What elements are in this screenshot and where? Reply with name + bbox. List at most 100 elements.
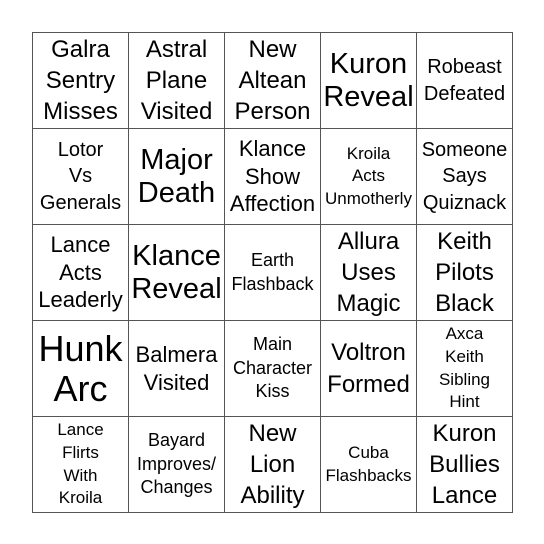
bingo-cell-line: Unmotherly bbox=[325, 188, 412, 208]
bingo-cell-line: Lance bbox=[431, 482, 498, 510]
bingo-cell-line: Robeast bbox=[427, 55, 502, 78]
bingo-cell-r2-c4[interactable]: Kroila Acts Unmotherly bbox=[321, 129, 417, 225]
bingo-cell-text: Main Character Kiss bbox=[233, 333, 312, 403]
bingo-cell-text: New Altean Person bbox=[234, 34, 310, 128]
bingo-cell-line: With bbox=[63, 465, 98, 485]
bingo-cell-text: Robeast Defeated bbox=[424, 54, 505, 107]
bingo-cell-line: Affection bbox=[229, 191, 316, 217]
bingo-cell-line: Lion bbox=[249, 450, 296, 478]
bingo-cell-r3-c3[interactable]: Earth Flashback bbox=[225, 225, 321, 321]
bingo-cell-r2-c1[interactable]: Lotor Vs Generals bbox=[33, 129, 129, 225]
bingo-cell-text: Lance Acts Leaderly bbox=[38, 231, 122, 314]
bingo-cell-text: Klance Show Affection bbox=[230, 135, 315, 218]
bingo-cell-r1-c5[interactable]: Robeast Defeated bbox=[417, 33, 513, 129]
bingo-cell-text: Keith Pilots Black bbox=[435, 226, 494, 320]
bingo-cell-line: Keith bbox=[445, 346, 484, 366]
bingo-cell-text: Klance Reveal bbox=[131, 240, 221, 306]
bingo-cell-line: Kroila bbox=[58, 488, 103, 508]
bingo-cell-text: Hunk Arc bbox=[38, 329, 122, 408]
bingo-cell-line: Visited bbox=[143, 369, 210, 395]
bingo-cell-line: Major bbox=[140, 143, 213, 176]
bingo-cell-line: Misses bbox=[43, 98, 118, 126]
bingo-cell-text: Bayard Improves/Changes bbox=[137, 429, 216, 499]
bingo-cell-line: Lance bbox=[57, 420, 104, 440]
bingo-cell-line: Character bbox=[232, 357, 313, 378]
bingo-cell-r5-c3[interactable]: New Lion Ability bbox=[225, 417, 321, 513]
bingo-cell-line: Kroila bbox=[346, 143, 391, 163]
bingo-cell-line: Altean bbox=[238, 66, 307, 94]
bingo-cell-line: Plane bbox=[145, 66, 208, 94]
bingo-cell-r4-c4[interactable]: Voltron Formed bbox=[321, 321, 417, 417]
bingo-cell-line: Acts bbox=[59, 259, 102, 285]
bingo-cell-r1-c3[interactable]: New Altean Person bbox=[225, 33, 321, 129]
bingo-cell-text: Allura Uses Magic bbox=[336, 226, 400, 320]
bingo-cell-text: Kroila Acts Unmotherly bbox=[325, 143, 412, 211]
bingo-cell-line: Sibling bbox=[438, 369, 491, 389]
bingo-cell-line: Formed bbox=[327, 370, 410, 398]
bingo-board: Galra Sentry Misses Astral Plane Visited New Al… bbox=[32, 32, 513, 513]
bingo-cell-line: Lance bbox=[50, 232, 111, 258]
bingo-cell-r5-c5[interactable]: Kuron Bullies Lance bbox=[417, 417, 513, 513]
bingo-cell-line: Quiznack bbox=[422, 191, 507, 214]
bingo-cell-line: Defeated bbox=[423, 82, 506, 105]
bingo-cell-line: Klance bbox=[238, 136, 307, 162]
bingo-cell-text: Lance Flirts With Kroila bbox=[57, 419, 103, 509]
bingo-cell-line: Axca bbox=[445, 324, 484, 344]
bingo-cell-line: Vs bbox=[68, 165, 93, 188]
bingo-cell-line: Person bbox=[234, 98, 311, 126]
bingo-cell-line: Acts bbox=[351, 166, 386, 186]
bingo-cell-text: Galra Sentry Misses bbox=[43, 34, 118, 128]
bingo-cell-r5-c2[interactable]: Bayard Improves/Changes bbox=[129, 417, 225, 513]
bingo-cell-line: Cuba bbox=[348, 442, 389, 462]
bingo-cell-text: Major Death bbox=[138, 144, 215, 210]
bingo-cell-text: Cuba Flashbacks bbox=[326, 442, 412, 487]
bingo-cell-line: Arc bbox=[53, 367, 108, 409]
bingo-cell-line: Kuron bbox=[329, 47, 408, 80]
bingo-cell-line: Kiss bbox=[255, 381, 290, 402]
bingo-cell-text: Voltron Formed bbox=[327, 337, 410, 399]
bingo-cell-r2-c2[interactable]: Major Death bbox=[129, 129, 225, 225]
bingo-cell-line: Black bbox=[435, 290, 494, 318]
bingo-cell-r2-c5[interactable]: Someone Says Quiznack bbox=[417, 129, 513, 225]
bingo-cell-line: Hunk bbox=[38, 327, 123, 369]
bingo-cell-line: Pilots bbox=[435, 258, 494, 286]
bingo-cell-line: Improves/ bbox=[136, 453, 217, 474]
bingo-cell-r4-c3[interactable]: Main Character Kiss bbox=[225, 321, 321, 417]
bingo-cell-r4-c1[interactable]: Hunk Arc bbox=[33, 321, 129, 417]
bingo-cell-line: Leaderly bbox=[38, 287, 123, 313]
bingo-cell-line: Someone bbox=[421, 138, 508, 161]
bingo-cell-text: Axca Keith Sibling Hint bbox=[439, 323, 490, 413]
bingo-cell-line: Allura bbox=[337, 227, 400, 255]
bingo-cell-text: New Lion Ability bbox=[240, 418, 304, 512]
bingo-cell-r3-c1[interactable]: Lance Acts Leaderly bbox=[33, 225, 129, 321]
bingo-cell-r1-c2[interactable]: Astral Plane Visited bbox=[129, 33, 225, 129]
bingo-cell-line: Ability bbox=[240, 482, 305, 510]
bingo-cell-r5-c1[interactable]: Lance Flirts With Kroila bbox=[33, 417, 129, 513]
bingo-cell-line: Changes bbox=[140, 477, 213, 498]
bingo-cell-line: Balmera bbox=[135, 342, 218, 367]
bingo-cell-line: Visited bbox=[140, 98, 213, 126]
bingo-cell-r2-c3[interactable]: Klance Show Affection bbox=[225, 129, 321, 225]
bingo-cell-line: Keith bbox=[437, 227, 492, 255]
bingo-cell-r1-c1[interactable]: Galra Sentry Misses bbox=[33, 33, 129, 129]
bingo-cell-line: Reveal bbox=[323, 80, 414, 113]
bingo-cell-r3-c2[interactable]: Klance Reveal bbox=[129, 225, 225, 321]
bingo-cell-line: Says bbox=[442, 165, 487, 188]
bingo-cell-r4-c2[interactable]: Balmera Visited bbox=[129, 321, 225, 417]
bingo-cell-line: Galra bbox=[51, 35, 110, 63]
bingo-cell-line: Uses bbox=[341, 258, 396, 286]
bingo-cell-line: Voltron bbox=[331, 339, 406, 367]
bingo-cell-r3-c4[interactable]: Allura Uses Magic bbox=[321, 225, 417, 321]
bingo-cell-r4-c5[interactable]: Axca Keith Sibling Hint bbox=[417, 321, 513, 417]
bingo-cell-r1-c4[interactable]: Kuron Reveal bbox=[321, 33, 417, 129]
bingo-cell-r5-c4[interactable]: Cuba Flashbacks bbox=[321, 417, 417, 513]
bingo-cell-line: Generals bbox=[39, 191, 122, 214]
bingo-cell-line: Flirts bbox=[62, 442, 99, 462]
bingo-cell-text: Earth Flashback bbox=[231, 249, 313, 296]
bingo-cell-line: Kuron bbox=[432, 419, 497, 447]
bingo-cell-line: New bbox=[248, 35, 297, 63]
bingo-cell-r3-c5[interactable]: Keith Pilots Black bbox=[417, 225, 513, 321]
bingo-cell-line: Reveal bbox=[131, 272, 222, 305]
bingo-cell-line: Sentry bbox=[45, 66, 116, 94]
bingo-cell-line: Bayard bbox=[147, 430, 206, 451]
